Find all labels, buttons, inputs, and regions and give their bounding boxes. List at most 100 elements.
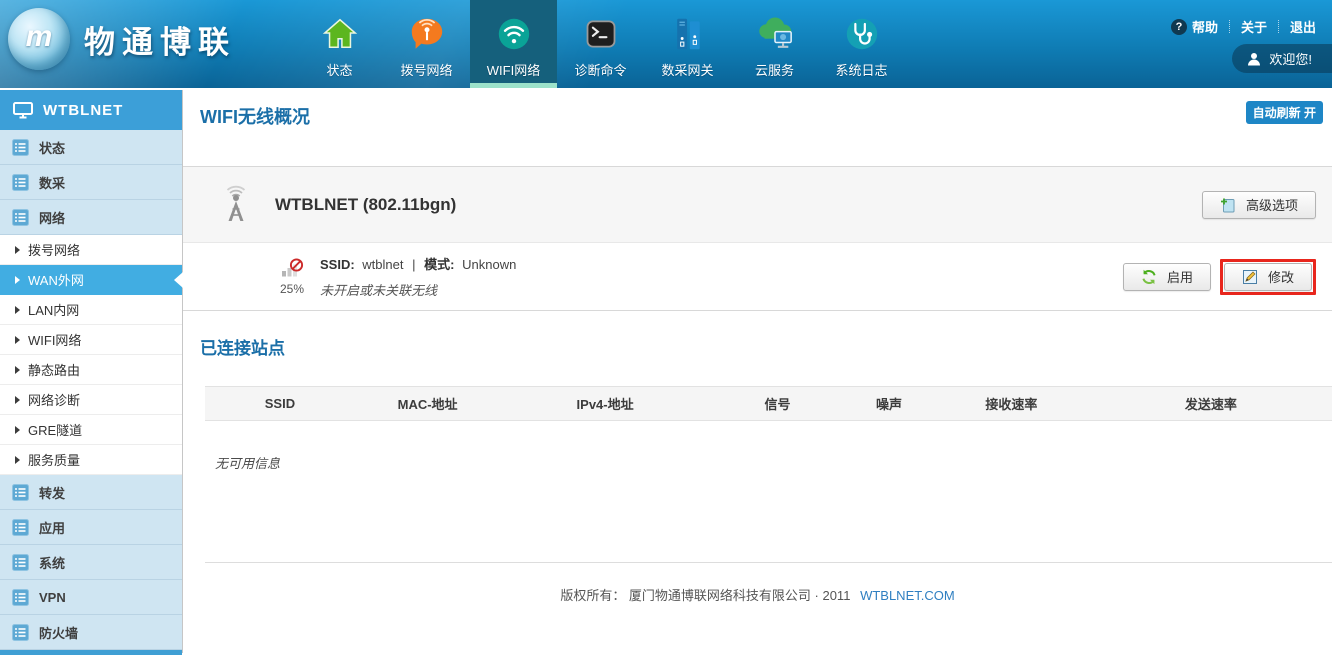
table-header-row: SSID MAC-地址 IPv4-地址 信号 噪声 接收速率 发送速率 — [205, 387, 1332, 421]
sidebar-item-label: 系统 — [39, 553, 65, 572]
signal-block: 25% — [277, 258, 307, 296]
list-icon — [12, 139, 29, 156]
about-link[interactable]: 关于 — [1241, 17, 1267, 36]
list-icon — [12, 484, 29, 501]
nav-label: 状态 — [326, 60, 352, 79]
enable-button[interactable]: 启用 — [1123, 263, 1211, 291]
help-icon[interactable]: ? — [1171, 19, 1187, 35]
highlight-red-box: 修改 — [1220, 259, 1316, 295]
wifi-actions: 启用 修改 — [1123, 259, 1316, 295]
list-icon — [12, 554, 29, 571]
nav-tab-cloud-service[interactable]: 云服务 — [731, 0, 818, 88]
home-icon — [321, 13, 359, 55]
nav-label: 系统日志 — [835, 60, 887, 79]
person-icon — [1247, 52, 1261, 66]
copyright-text: 版权所有： 厦门物通博联网络科技有限公司 · 2011 — [560, 588, 850, 603]
logo-text: 物通博联 — [84, 17, 236, 62]
top-header: m 物通博联 状态 — [0, 0, 1332, 88]
monitor-icon — [13, 102, 33, 119]
triangle-bullet-icon — [15, 456, 20, 464]
top-nav: 状态 拨号网络 — [296, 0, 905, 88]
cloud-service-icon — [754, 13, 796, 55]
brand: m 物通博联 — [8, 8, 236, 70]
sidebar-item-qos[interactable]: 服务质量 — [0, 445, 182, 475]
list-icon — [12, 624, 29, 641]
sidebar-item-firewall[interactable]: 防火墙 — [0, 615, 182, 650]
button-label: 修改 — [1268, 267, 1294, 286]
ssid-line: SSID: wtblnet | 模式: Unknown — [320, 254, 516, 273]
sidebar-item-label: 转发 — [39, 483, 65, 502]
nav-tab-data-gateway[interactable]: 数采网关 — [644, 0, 731, 88]
column-header-signal: 信号 — [710, 387, 845, 421]
sidebar-item-applications[interactable]: 应用 — [0, 510, 182, 545]
triangle-bullet-icon — [15, 246, 20, 254]
wifi-panel-header: WTBLNET (802.11bgn) 高级选项 — [183, 167, 1332, 243]
nav-tab-dial-network[interactable]: 拨号网络 — [383, 0, 470, 88]
logo-sphere-icon: m — [8, 8, 70, 70]
sidebar-item-label: 拨号网络 — [28, 240, 80, 259]
wifi-status-text: 未开启或未关联无线 — [320, 280, 516, 299]
nav-label: WIFI网络 — [487, 60, 540, 79]
refresh-icon — [1141, 269, 1157, 285]
nav-label: 诊断命令 — [574, 60, 626, 79]
nav-tab-status[interactable]: 状态 — [296, 0, 383, 88]
signal-percent: 25% — [280, 282, 304, 296]
triangle-bullet-icon — [15, 306, 20, 314]
sidebar-item-status[interactable]: 状态 — [0, 130, 182, 165]
sidebar-item-network-diagnosis[interactable]: 网络诊断 — [0, 385, 182, 415]
triangle-bullet-icon — [15, 426, 20, 434]
sidebar-item-wifi-network[interactable]: WIFI网络 — [0, 325, 182, 355]
sidebar-item-label: 网络 — [39, 208, 65, 227]
sidebar-item-forwarding[interactable]: 转发 — [0, 475, 182, 510]
sidebar-item-label: VPN — [39, 590, 66, 605]
nav-tab-system-log[interactable]: 系统日志 — [818, 0, 905, 88]
empty-table-message: 无可用信息 — [215, 453, 1332, 472]
sidebar-item-label: 服务质量 — [28, 450, 80, 469]
antenna-icon — [219, 185, 253, 225]
button-label: 高级选项 — [1246, 195, 1298, 214]
edit-icon — [1242, 269, 1258, 285]
sidebar-item-label: 防火墙 — [39, 623, 78, 642]
app-root: m 物通博联 状态 — [0, 0, 1332, 655]
welcome-text: 欢迎您! — [1269, 49, 1312, 68]
sidebar-item-system[interactable]: 系统 — [0, 545, 182, 580]
sidebar-item-network[interactable]: 网络 — [0, 200, 182, 235]
wifi-status-row: 25% SSID: wtblnet | 模式: Unknown 未开启或未关联无… — [183, 243, 1332, 311]
nav-tab-diagnostic-command[interactable]: 诊断命令 — [557, 0, 644, 88]
stations-section-title: 已连接站点 — [200, 334, 1332, 359]
sidebar-item-static-routes[interactable]: 静态路由 — [0, 355, 182, 385]
list-icon — [12, 589, 29, 606]
sidebar-item-data-acquisition[interactable]: 数采 — [0, 165, 182, 200]
ssid-block: SSID: wtblnet | 模式: Unknown 未开启或未关联无线 — [320, 254, 516, 299]
connected-stations-table: SSID MAC-地址 IPv4-地址 信号 噪声 接收速率 发送速率 — [205, 386, 1332, 421]
help-link[interactable]: 帮助 — [1192, 17, 1218, 36]
triangle-bullet-icon — [15, 336, 20, 344]
column-header-ssid: SSID — [205, 387, 355, 421]
nav-label: 云服务 — [755, 60, 794, 79]
ssid-label: SSID: — [320, 257, 355, 272]
nav-label: 数采网关 — [661, 60, 713, 79]
advanced-options-button[interactable]: 高级选项 — [1202, 191, 1316, 219]
no-signal-icon — [281, 258, 304, 278]
sidebar-item-vpn[interactable]: VPN — [0, 580, 182, 615]
list-icon — [12, 519, 29, 536]
sidebar-item-wan[interactable]: WAN外网 — [0, 265, 182, 295]
auto-refresh-toggle[interactable]: 自动刷新 开 — [1246, 101, 1323, 124]
sidebar-item-label: WAN外网 — [28, 270, 84, 289]
column-header-noise: 噪声 — [845, 387, 933, 421]
modify-button[interactable]: 修改 — [1224, 263, 1312, 291]
sidebar-item-label: 网络诊断 — [28, 390, 80, 409]
site-link[interactable]: WTBLNET.COM — [860, 588, 955, 603]
sidebar-item-dial-network[interactable]: 拨号网络 — [0, 235, 182, 265]
nav-tab-wifi-network[interactable]: WIFI网络 — [470, 0, 557, 88]
sidebar-item-label: 应用 — [39, 518, 65, 537]
triangle-bullet-icon — [15, 276, 20, 284]
sidebar-item-lan[interactable]: LAN内网 — [0, 295, 182, 325]
logout-link[interactable]: 退出 — [1290, 17, 1316, 36]
triangle-bullet-icon — [15, 366, 20, 374]
ssid-value: wtblnet — [362, 257, 403, 272]
sidebar-item-gre-tunnel[interactable]: GRE隧道 — [0, 415, 182, 445]
page-title: WIFI无线概况 — [200, 103, 1332, 129]
sidebar-item-label: WIFI网络 — [28, 330, 81, 349]
wifi-panel-title: WTBLNET (802.11bgn) — [275, 195, 456, 215]
